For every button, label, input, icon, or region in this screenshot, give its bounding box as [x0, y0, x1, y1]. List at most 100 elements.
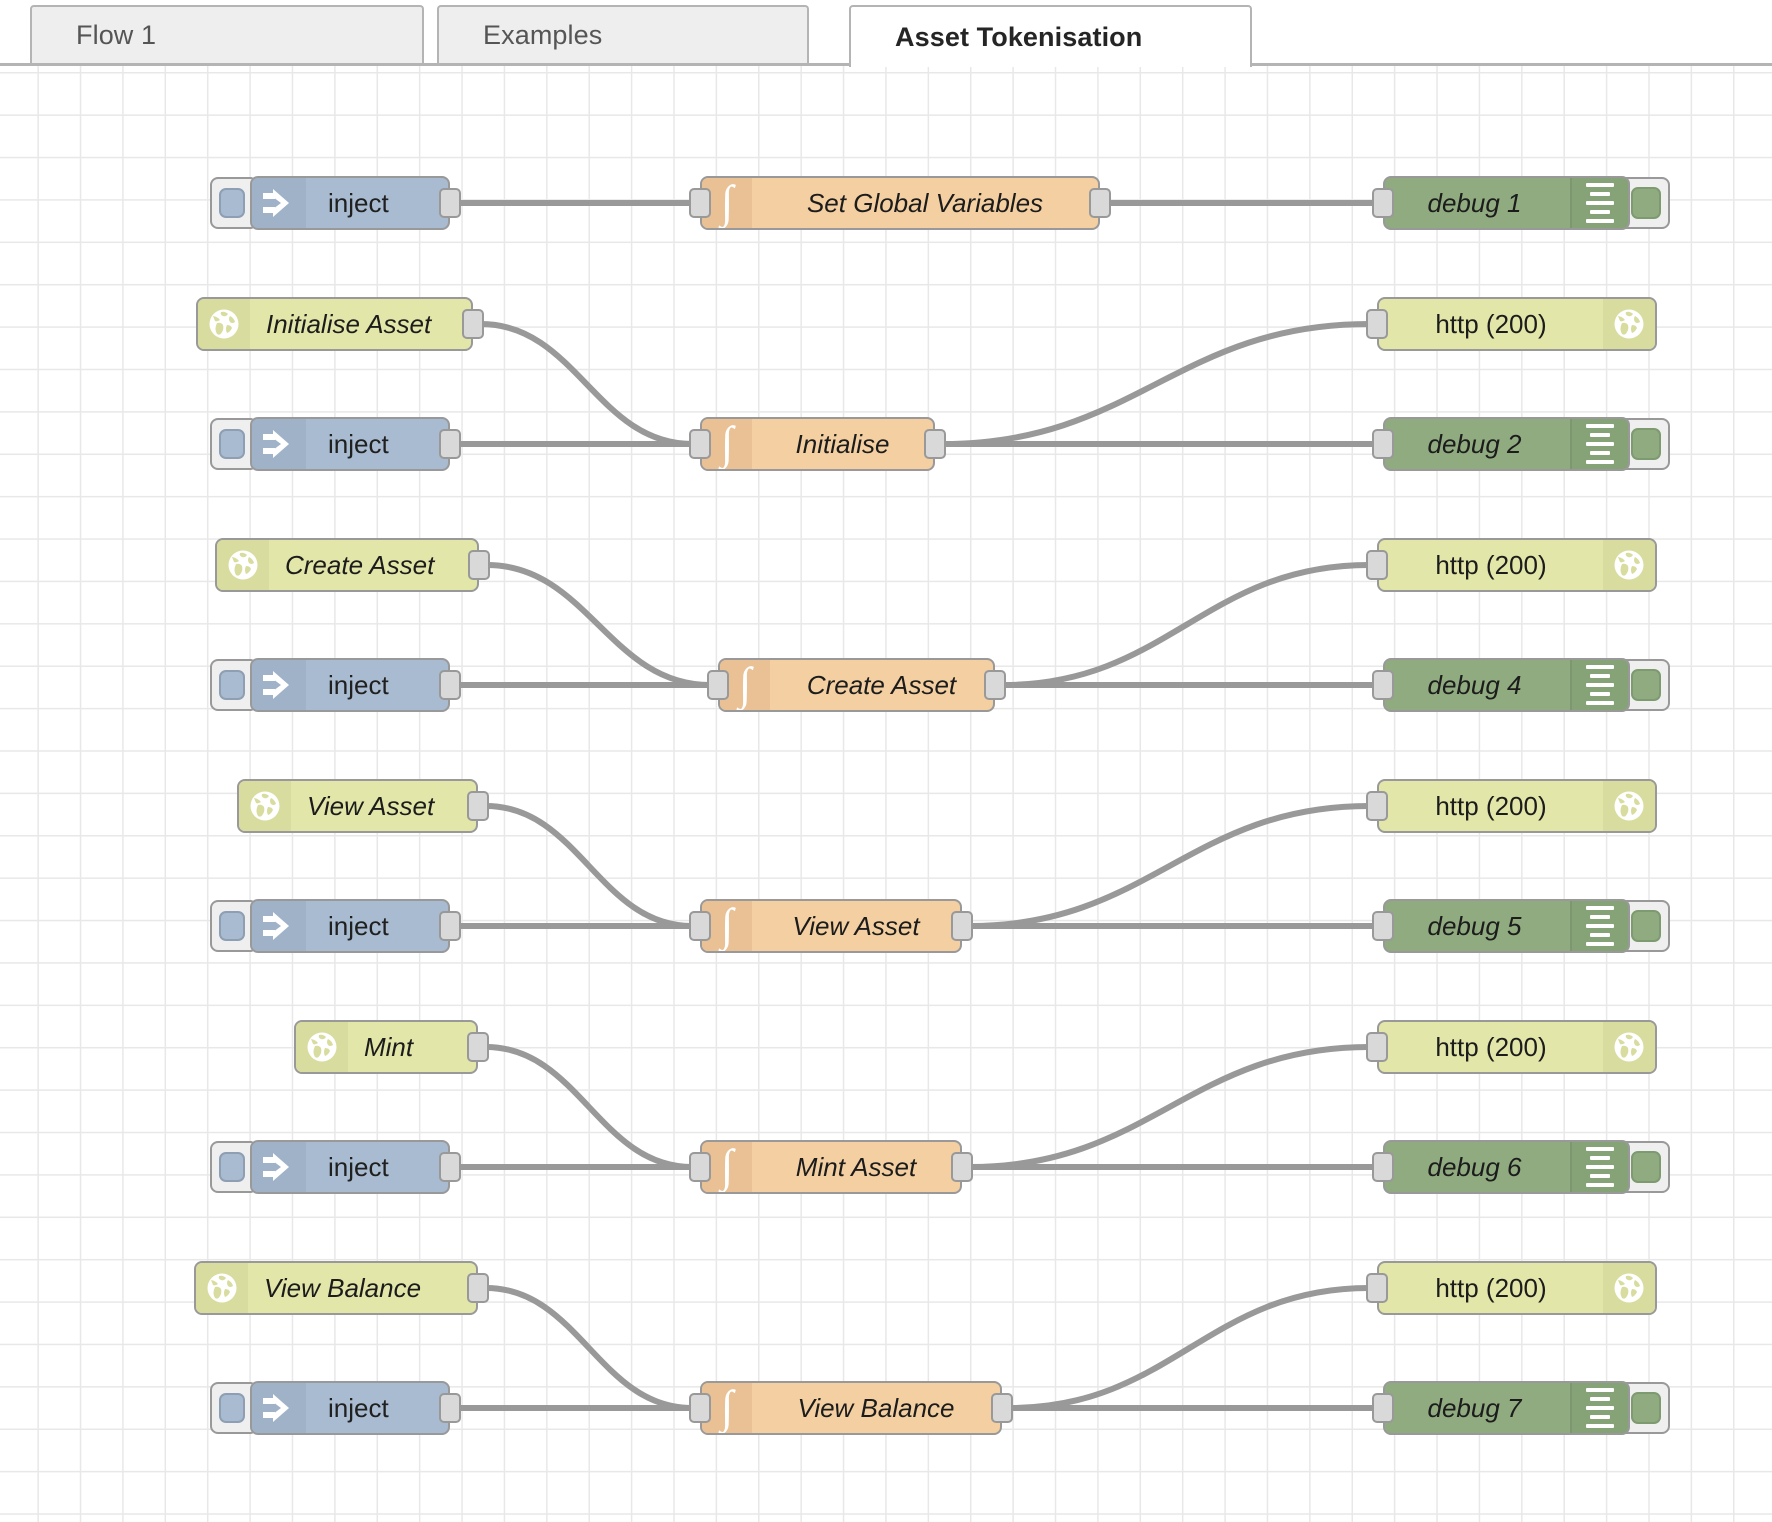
globe-icon — [1603, 781, 1655, 831]
inject-node[interactable]: inject — [250, 899, 450, 953]
debug-node-debug-2[interactable]: debug 2 — [1383, 417, 1630, 471]
http-response-node[interactable]: http (200) — [1377, 297, 1657, 351]
debug-input-port[interactable] — [1372, 911, 1394, 941]
http-response-input-port[interactable] — [1366, 791, 1388, 821]
function-node-view-asset[interactable]: ∫ View Asset — [700, 899, 962, 953]
http-response-node[interactable]: http (200) — [1377, 538, 1657, 592]
wire-http-in-to-function[interactable] — [483, 803, 695, 929]
wire-function-to-http-response[interactable] — [1000, 562, 1372, 688]
http-response-node[interactable]: http (200) — [1377, 1261, 1657, 1315]
http-in-output-port[interactable] — [467, 1273, 489, 1303]
inject-trigger-button[interactable] — [210, 659, 254, 711]
http-in-output-port[interactable] — [467, 1032, 489, 1062]
function-output-port[interactable] — [984, 670, 1006, 700]
function-node-mint-asset[interactable]: ∫ Mint Asset — [700, 1140, 962, 1194]
wire-http-in-to-function[interactable] — [484, 562, 713, 688]
inject-output-port[interactable] — [439, 1152, 461, 1182]
http-response-node[interactable]: http (200) — [1377, 1020, 1657, 1074]
inject-node[interactable]: inject — [250, 658, 450, 712]
wire-function-to-http-response[interactable] — [940, 321, 1372, 447]
function-output-port[interactable] — [991, 1393, 1013, 1423]
inject-node[interactable]: inject — [250, 176, 450, 230]
http-in-node-view-asset[interactable]: View Asset — [237, 779, 478, 833]
debug-node-debug-6[interactable]: debug 6 — [1383, 1140, 1630, 1194]
wire-http-in-to-function[interactable] — [483, 1044, 695, 1170]
function-output-port[interactable] — [951, 911, 973, 941]
inject-trigger-button[interactable] — [210, 1141, 254, 1193]
function-node-create-asset[interactable]: ∫ Create Asset — [718, 658, 995, 712]
list-lines-icon — [1570, 901, 1628, 951]
debug-node-debug-4[interactable]: debug 4 — [1383, 658, 1630, 712]
debug-input-port[interactable] — [1372, 429, 1394, 459]
tab-examples[interactable]: Examples — [437, 5, 809, 64]
inject-output-port[interactable] — [439, 188, 461, 218]
http-response-input-port[interactable] — [1366, 550, 1388, 580]
http-in-node-create-asset[interactable]: Create Asset — [215, 538, 479, 592]
globe-icon — [296, 1022, 348, 1072]
http-response-input-port[interactable] — [1366, 1273, 1388, 1303]
debug-enable-indicator — [1631, 1392, 1661, 1424]
http-in-node-initialise-asset[interactable]: Initialise Asset — [196, 297, 473, 351]
inject-trigger-button[interactable] — [210, 900, 254, 952]
inject-trigger-button[interactable] — [210, 1382, 254, 1434]
wire-http-in-to-function[interactable] — [478, 321, 695, 447]
http-response-input-port[interactable] — [1366, 1032, 1388, 1062]
inject-node[interactable]: inject — [250, 1140, 450, 1194]
inject-output-port[interactable] — [439, 670, 461, 700]
http-in-output-port[interactable] — [467, 791, 489, 821]
function-input-port[interactable] — [689, 911, 711, 941]
inject-trigger-button[interactable] — [210, 418, 254, 470]
node-label: http (200) — [1435, 549, 1547, 580]
function-node-initialise[interactable]: ∫ Initialise — [700, 417, 935, 471]
http-in-output-port[interactable] — [468, 550, 490, 580]
function-input-port[interactable] — [689, 1152, 711, 1182]
wire-http-in-to-function[interactable] — [483, 1285, 695, 1411]
debug-input-port[interactable] — [1372, 670, 1394, 700]
function-input-port[interactable] — [689, 188, 711, 218]
http-response-input-port[interactable] — [1366, 309, 1388, 339]
debug-input-port[interactable] — [1372, 188, 1394, 218]
function-input-port[interactable] — [689, 1393, 711, 1423]
inject-output-port[interactable] — [439, 1393, 461, 1423]
tab-asset-tokenisation[interactable]: Asset Tokenisation — [849, 5, 1252, 67]
flow-canvas[interactable]: inject ∫ Set Global Variables debug 1 Initia… — [0, 66, 1772, 1522]
wire-function-to-http-response[interactable] — [1007, 1285, 1372, 1411]
node-label: debug 4 — [1427, 669, 1522, 700]
node-label: debug 5 — [1427, 910, 1522, 941]
node-label: Set Global Variables — [806, 187, 1044, 218]
function-input-port[interactable] — [689, 429, 711, 459]
inject-output-port[interactable] — [439, 429, 461, 459]
http-in-node-mint[interactable]: Mint — [294, 1020, 478, 1074]
inject-trigger-indicator — [219, 670, 245, 700]
node-label: View Balance — [264, 1272, 422, 1303]
function-output-port[interactable] — [924, 429, 946, 459]
http-in-node-view-balance[interactable]: View Balance — [194, 1261, 478, 1315]
inject-node[interactable]: inject — [250, 1381, 450, 1435]
http-in-output-port[interactable] — [462, 309, 484, 339]
arrow-right-icon — [252, 419, 306, 469]
debug-enable-indicator — [1631, 428, 1661, 460]
tab-flow-1[interactable]: Flow 1 — [30, 5, 424, 64]
function-input-port[interactable] — [707, 670, 729, 700]
debug-node-debug-7[interactable]: debug 7 — [1383, 1381, 1630, 1435]
tab-label: Flow 1 — [76, 20, 157, 50]
debug-node-debug-1[interactable]: debug 1 — [1383, 176, 1630, 230]
inject-trigger-button[interactable] — [210, 177, 254, 229]
tab-label: Examples — [483, 20, 603, 50]
globe-icon — [1603, 299, 1655, 349]
function-node-set-global-variables[interactable]: ∫ Set Global Variables — [700, 176, 1100, 230]
debug-input-port[interactable] — [1372, 1393, 1394, 1423]
inject-output-port[interactable] — [439, 911, 461, 941]
globe-icon — [1603, 540, 1655, 590]
debug-node-debug-5[interactable]: debug 5 — [1383, 899, 1630, 953]
node-label: debug 2 — [1427, 428, 1522, 459]
function-output-port[interactable] — [951, 1152, 973, 1182]
function-node-view-balance[interactable]: ∫ View Balance — [700, 1381, 1002, 1435]
list-lines-icon — [1570, 178, 1628, 228]
function-output-port[interactable] — [1089, 188, 1111, 218]
debug-input-port[interactable] — [1372, 1152, 1394, 1182]
wire-function-to-http-response[interactable] — [967, 803, 1372, 929]
wire-function-to-http-response[interactable] — [967, 1044, 1372, 1170]
http-response-node[interactable]: http (200) — [1377, 779, 1657, 833]
inject-node[interactable]: inject — [250, 417, 450, 471]
